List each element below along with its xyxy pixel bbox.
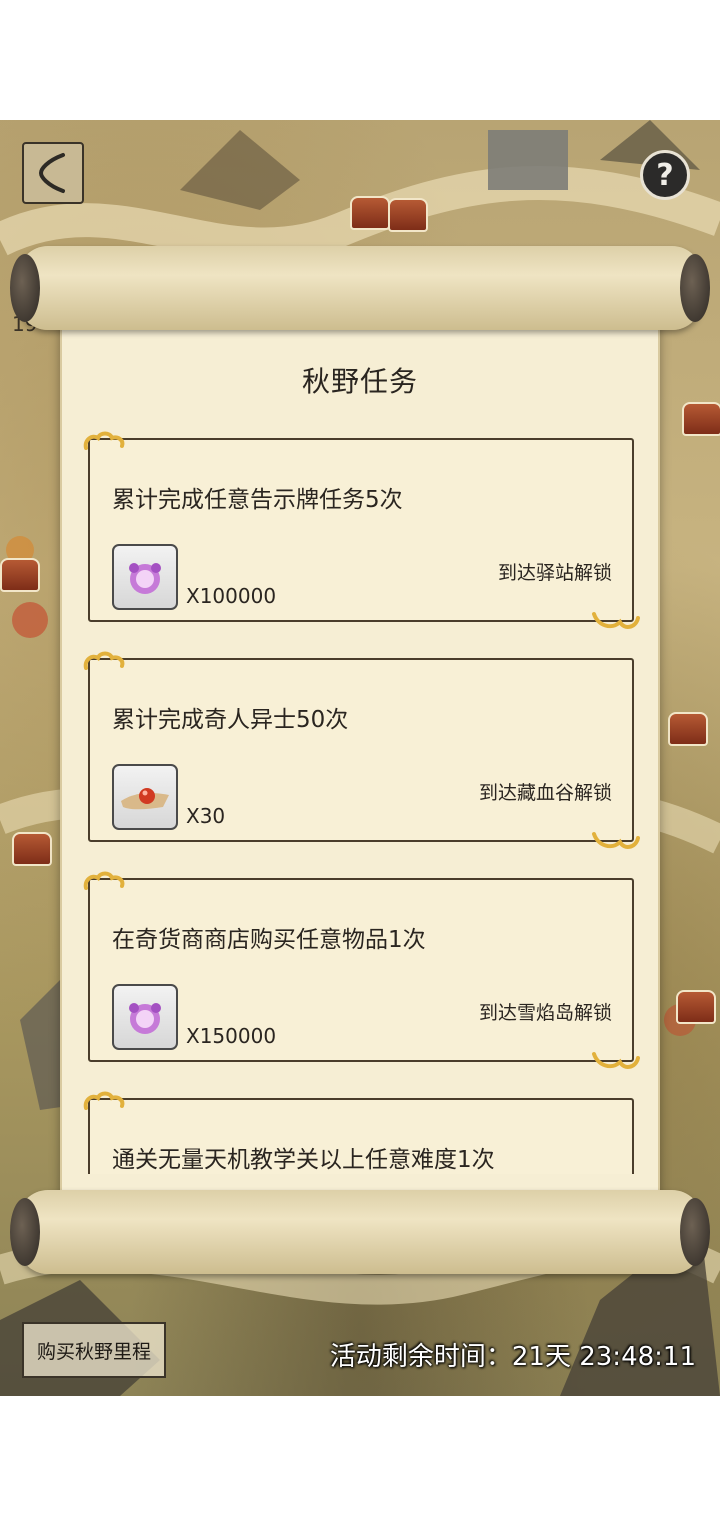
map-chest-icon[interactable]: [388, 198, 428, 232]
timer-label: 活动剩余时间：: [329, 1342, 512, 1372]
task-description: 通关无量天机教学关以上任意难度1次: [112, 1147, 495, 1173]
cloud-ornament-icon: [83, 871, 125, 890]
reward-count: X150000: [186, 1024, 277, 1048]
timer-value: 21天 23:48:11: [511, 1342, 696, 1372]
cloud-ornament-icon: [592, 612, 640, 629]
task-card[interactable]: 累计完成任意告示牌任务5次 X100000 到达驿站解锁: [83, 431, 640, 629]
task-card[interactable]: 通关无量天机教学关以上任意难度1次: [83, 1091, 634, 1174]
map-chest-icon[interactable]: [676, 990, 716, 1024]
purple-orb-icon: [129, 1003, 161, 1034]
cloud-ornament-icon: [592, 832, 640, 849]
map-chest-icon[interactable]: [350, 196, 390, 230]
task-card[interactable]: 累计完成奇人异士50次 X30 到达藏血谷解锁: [83, 651, 640, 849]
cloud-ornament-icon: [83, 651, 125, 670]
event-timer: 活动剩余时间：21天 23:48:11: [330, 1336, 696, 1373]
cloud-ornament-icon: [83, 1091, 125, 1110]
map-chest-icon[interactable]: [0, 558, 40, 592]
task-list[interactable]: 累计完成任意告示牌任务5次 X100000 到达驿站解锁 累计完成奇人异士50次: [80, 428, 640, 1174]
cloud-ornament-icon: [83, 431, 125, 450]
task-description: 累计完成任意告示牌任务5次: [112, 487, 403, 513]
help-button[interactable]: ?: [640, 150, 690, 200]
map-chest-icon[interactable]: [682, 402, 720, 436]
cloud-ornament-icon: [592, 1052, 640, 1069]
task-description: 在奇货商商店购买任意物品1次: [112, 927, 426, 953]
unlock-condition: 到达藏血谷解锁: [478, 782, 612, 804]
reward-item[interactable]: [112, 764, 178, 830]
reward-item[interactable]: [112, 544, 178, 610]
scroll-rod-bottom: [10, 1190, 710, 1274]
status-bar-area: [0, 0, 720, 120]
rod-end-left: [10, 1198, 40, 1266]
question-mark-icon: ?: [656, 157, 674, 193]
unlock-condition: 到达雪焰岛解锁: [478, 1002, 612, 1024]
reward-item[interactable]: [112, 984, 178, 1050]
buy-mileage-button[interactable]: 购买秋野里程: [22, 1322, 166, 1378]
chevron-left-icon: [38, 153, 65, 193]
red-bead-cloth-icon: [121, 788, 169, 810]
rod-end-right: [680, 254, 710, 322]
rod-end-left: [10, 254, 40, 322]
task-description: 累计完成奇人异士50次: [112, 707, 349, 733]
back-button[interactable]: [22, 142, 84, 204]
reward-count: X100000: [186, 584, 277, 608]
map-chest-icon[interactable]: [12, 832, 52, 866]
map-chest-icon[interactable]: [668, 712, 708, 746]
reward-count: X30: [186, 804, 226, 828]
task-card[interactable]: 在奇货商商店购买任意物品1次 X150000 到达雪焰岛解锁: [83, 871, 640, 1069]
unlock-condition: 到达驿站解锁: [497, 562, 612, 584]
rod-end-right: [680, 1198, 710, 1266]
scroll-rod-top: [10, 246, 710, 330]
navigation-bar-area: [0, 1396, 720, 1520]
purple-orb-icon: [129, 563, 161, 594]
scroll-title: 秋野任务: [301, 365, 418, 398]
